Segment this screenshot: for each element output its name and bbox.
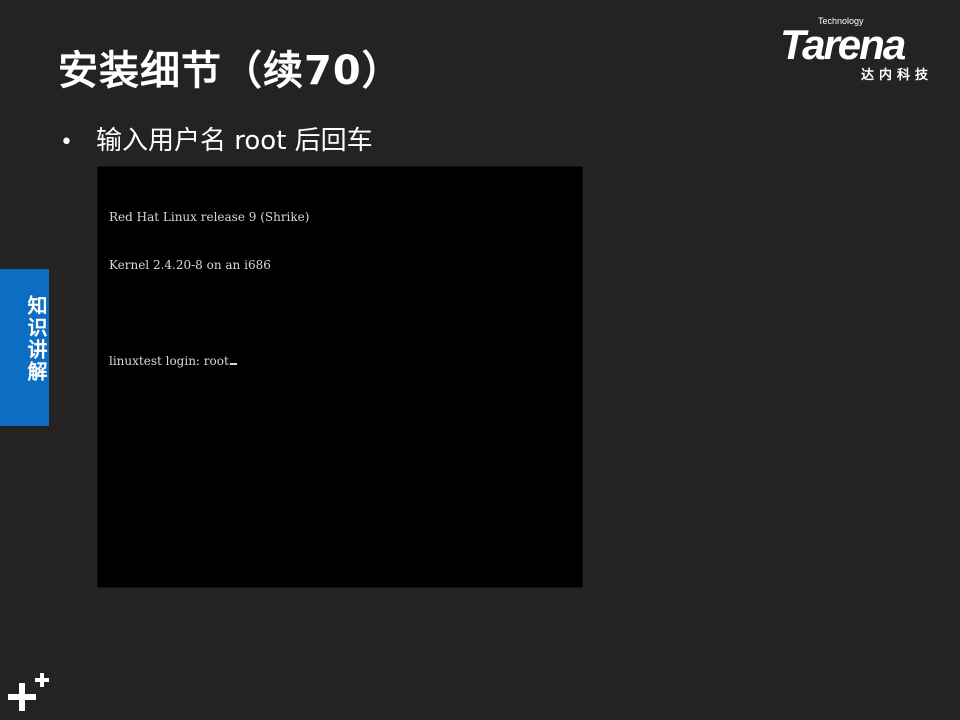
slide: 安装细节（续70） Tarena Technology 达内科技 • 输入用户名 … <box>0 0 960 720</box>
bullet-item: • 输入用户名 root 后回车 <box>60 120 373 157</box>
terminal-line: Red Hat Linux release 9 (Shrike) <box>109 210 310 224</box>
logo-brand: Tarena <box>780 21 906 68</box>
terminal-output: Red Hat Linux release 9 (Shrike) Kernel … <box>109 177 309 401</box>
plus-plus-icon <box>8 673 49 711</box>
bullet-marker: • <box>60 130 73 155</box>
terminal-login-line: linuxtest login: root <box>109 353 309 369</box>
bullet-text: 输入用户名 root 后回车 <box>96 126 373 156</box>
terminal-line: Kernel 2.4.20-8 on an i686 <box>109 258 271 272</box>
logo-brand-cn: 达内科技 <box>861 68 934 83</box>
terminal-screenshot: Red Hat Linux release 9 (Shrike) Kernel … <box>97 166 583 588</box>
terminal-login-text: linuxtest login: root <box>109 354 229 368</box>
logo-tagline: Technology <box>818 16 864 26</box>
slide-title: 安装细节（续70） <box>58 48 403 94</box>
side-tab-label: 知识讲解 <box>24 295 48 383</box>
side-tab-knowledge[interactable]: 知识讲解 <box>0 269 49 426</box>
tarena-logo: Tarena Technology 达内科技 <box>778 16 948 84</box>
text-cursor <box>229 363 237 365</box>
